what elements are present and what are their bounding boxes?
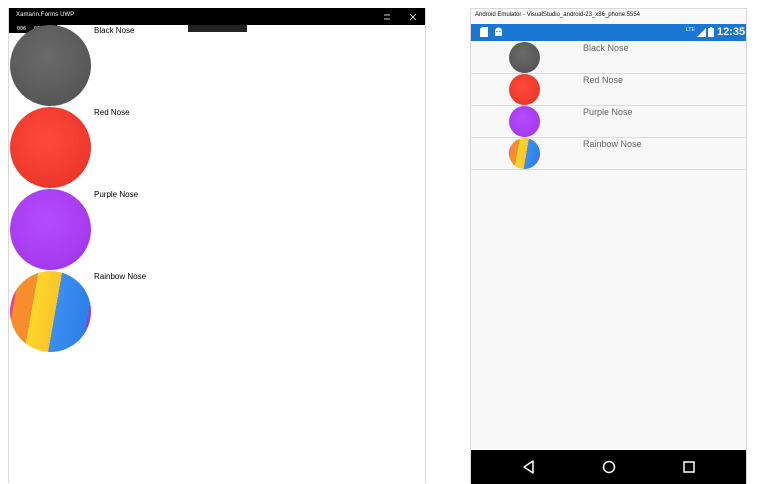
list-item[interactable]: Black Nose bbox=[471, 41, 746, 74]
rainbow-nose-image bbox=[10, 271, 91, 352]
rainbow-nose-image bbox=[509, 138, 540, 169]
list-item-label: Rainbow Nose bbox=[94, 272, 147, 281]
list-item[interactable]: Purple Nose bbox=[9, 189, 425, 271]
list-item-label: Black Nose bbox=[94, 26, 135, 35]
list-item[interactable]: Rainbow Nose bbox=[471, 137, 746, 170]
android-status-bar: LTE 12:35 bbox=[471, 24, 746, 41]
purple-nose-image bbox=[10, 189, 91, 270]
list-item[interactable]: Purple Nose bbox=[471, 105, 746, 138]
recent-apps-button[interactable] bbox=[681, 459, 697, 475]
status-clock: 12:35 bbox=[717, 26, 746, 38]
list-item[interactable]: Red Nose bbox=[9, 107, 425, 189]
black-nose-image bbox=[10, 25, 91, 106]
red-nose-image bbox=[10, 107, 91, 188]
home-button[interactable] bbox=[601, 459, 617, 475]
recent-square-icon bbox=[683, 461, 695, 473]
list-item-label: Purple Nose bbox=[94, 190, 139, 199]
back-button[interactable] bbox=[521, 459, 537, 475]
minimize-button[interactable] bbox=[375, 9, 399, 24]
android-debug-icon bbox=[494, 27, 503, 37]
list-item[interactable]: Black Nose bbox=[9, 25, 425, 107]
battery-icon bbox=[708, 27, 715, 37]
network-type-label: LTE bbox=[686, 27, 695, 33]
emulator-title: Android Emulator - VisualStudio_android-… bbox=[475, 12, 641, 18]
signal-icon bbox=[697, 28, 707, 37]
android-navigation-bar bbox=[471, 450, 746, 484]
close-button[interactable] bbox=[401, 9, 425, 24]
list-item-label: Red Nose bbox=[583, 75, 624, 85]
network-indicator: LTE bbox=[686, 27, 715, 39]
back-triangle-icon bbox=[523, 460, 534, 474]
list-item-label: Purple Nose bbox=[583, 107, 633, 117]
uwp-window: Xamarin.Forms UWP 006000 Black Nose Red … bbox=[8, 8, 426, 483]
close-icon bbox=[409, 13, 417, 21]
list-item-label: Red Nose bbox=[94, 108, 130, 117]
sd-card-icon bbox=[479, 27, 488, 37]
home-circle-icon bbox=[602, 460, 616, 474]
list-item[interactable]: Rainbow Nose bbox=[9, 271, 425, 353]
list-item-label: Rainbow Nose bbox=[583, 139, 642, 149]
red-nose-image bbox=[509, 74, 540, 105]
list-item-label: Black Nose bbox=[583, 43, 629, 53]
black-nose-image bbox=[509, 42, 540, 73]
uwp-titlebar[interactable]: Xamarin.Forms UWP bbox=[9, 8, 425, 25]
minimize-icon bbox=[384, 14, 390, 20]
android-emulator-window: Android Emulator - VisualStudio_android-… bbox=[470, 8, 747, 484]
uwp-window-title: Xamarin.Forms UWP bbox=[16, 12, 75, 18]
list-item[interactable]: Red Nose bbox=[471, 73, 746, 106]
purple-nose-image bbox=[509, 106, 540, 137]
